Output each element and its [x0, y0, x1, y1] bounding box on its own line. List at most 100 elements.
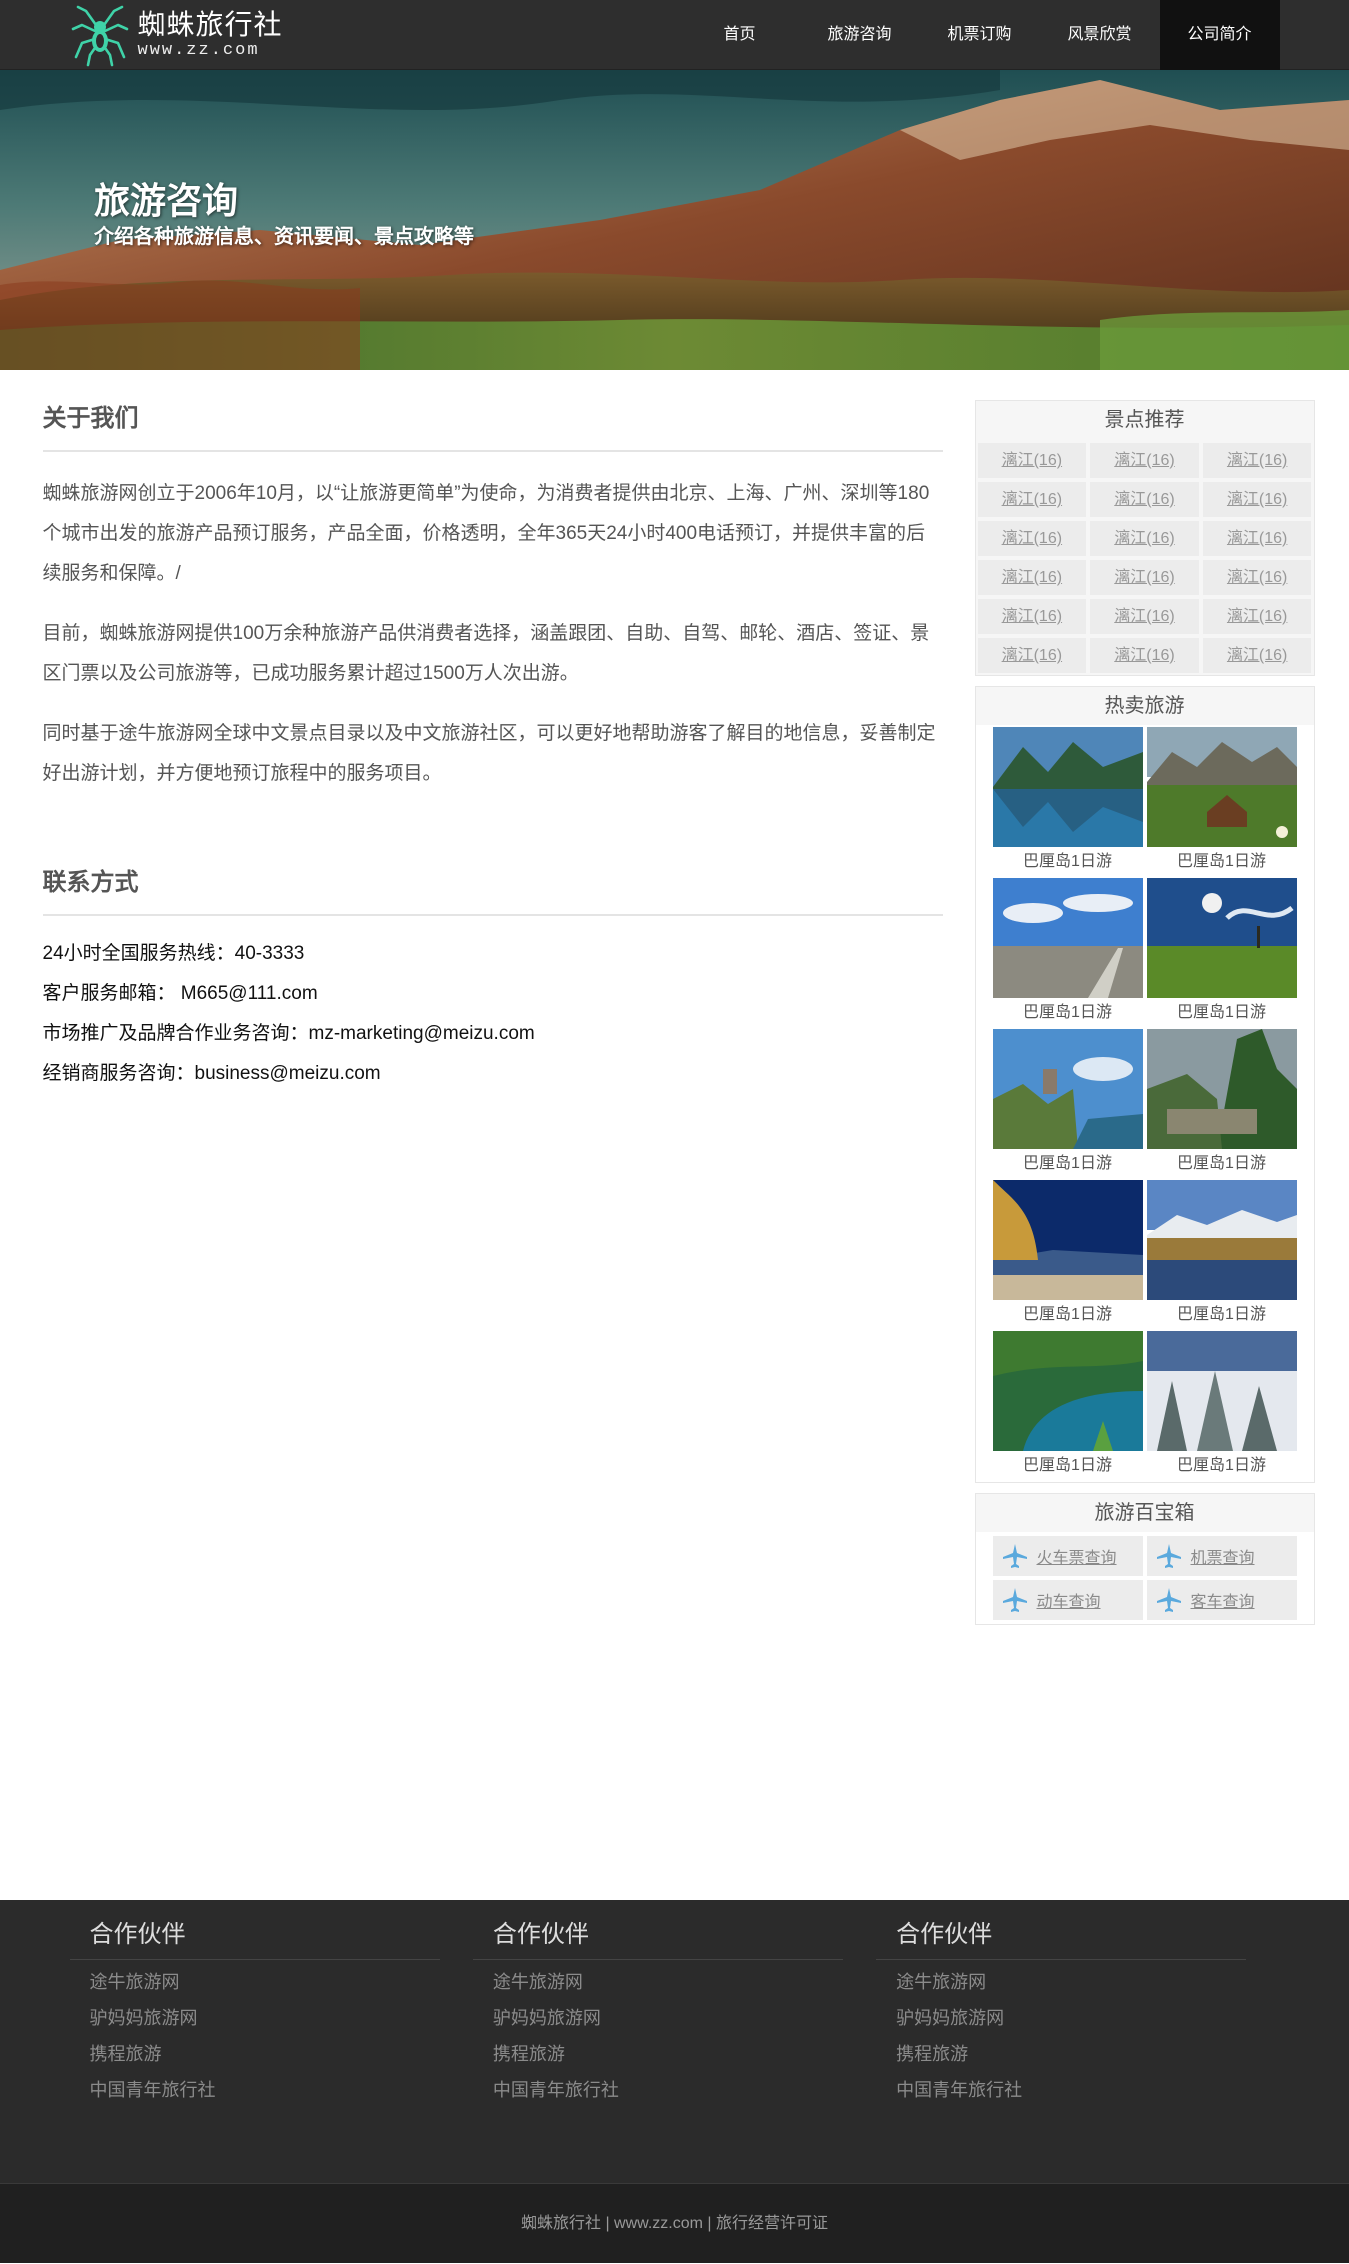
bus-query-link[interactable]: 客车查询: [1146, 1580, 1297, 1620]
tool-label: 火车票查询: [1036, 1550, 1117, 1567]
hot-travel-caption: 巴厘岛1日游: [1023, 1306, 1112, 1323]
about-paragraph: 目前，蜘蛛旅游网提供100万余种旅游产品供消费者选择，涵盖跟团、自助、自驾、邮轮…: [42, 623, 930, 684]
nav-scenery[interactable]: 风景欣赏: [1040, 0, 1160, 70]
partner-title: 合作伙伴: [876, 1920, 1247, 1960]
scenic-recommend-title: 景点推荐: [975, 401, 1314, 439]
scenic-tag[interactable]: 漓江(16): [1202, 521, 1312, 556]
plane-icon: [1002, 1544, 1027, 1568]
hot-travel-caption: 巴厘岛1日游: [1023, 1004, 1112, 1021]
hot-travel-item[interactable]: 巴厘岛1日游: [992, 1331, 1143, 1482]
partner-link[interactable]: 中国青年旅行社: [896, 2072, 1279, 2108]
scenic-tag[interactable]: 漓江(16): [1090, 638, 1199, 673]
hot-travel-item[interactable]: 巴厘岛1日游: [992, 1180, 1143, 1331]
hot-travel-item[interactable]: 巴厘岛1日游: [1146, 878, 1297, 1029]
hot-travel-box: 热卖旅游 巴厘岛1日游 巴厘岛1日游 巴厘岛1日游 巴厘岛1日游 巴厘岛1日游 …: [974, 686, 1315, 1483]
partner-link[interactable]: 途牛旅游网: [896, 1964, 1279, 2000]
partner-link[interactable]: 驴妈妈旅游网: [896, 2000, 1279, 2036]
bullet-train-query-link[interactable]: 动车查询: [992, 1580, 1143, 1620]
plane-icon: [1156, 1588, 1181, 1612]
plane-icon: [1002, 1588, 1027, 1612]
partner-link[interactable]: 驴妈妈旅游网: [493, 2000, 876, 2036]
scenic-tag[interactable]: 漓江(16): [1202, 560, 1312, 595]
hot-travel-item[interactable]: 巴厘岛1日游: [1146, 1331, 1297, 1482]
scenic-tag[interactable]: 漓江(16): [1090, 560, 1199, 595]
nav-home[interactable]: 首页: [680, 0, 800, 70]
partner-link[interactable]: 中国青年旅行社: [493, 2072, 876, 2108]
spider-logo-icon: [71, 5, 128, 67]
partner-link[interactable]: 中国青年旅行社: [90, 2072, 473, 2108]
hot-travel-item[interactable]: 巴厘岛1日游: [1146, 1180, 1297, 1331]
cliff-castle-thumbnail: [992, 1029, 1143, 1149]
hot-travel-item[interactable]: 巴厘岛1日游: [992, 878, 1143, 1029]
banner-subtitle: 介绍各种旅游信息、资讯要闻、景点攻略等: [94, 226, 474, 248]
hot-travel-caption: 巴厘岛1日游: [1177, 1004, 1266, 1021]
scenic-tag[interactable]: 漓江(16): [977, 443, 1087, 478]
partner-title: 合作伙伴: [69, 1920, 440, 1960]
partner-link[interactable]: 携程旅游: [493, 2036, 876, 2072]
mountain-ruins-thumbnail: [1146, 1029, 1297, 1149]
scenic-tag[interactable]: 漓江(16): [1202, 443, 1312, 478]
flight-ticket-query-link[interactable]: 机票查询: [1146, 1536, 1297, 1576]
scenic-tag[interactable]: 漓江(16): [1090, 521, 1199, 556]
hot-travel-item[interactable]: 巴厘岛1日游: [992, 1029, 1143, 1180]
partner-column: 合作伙伴 途牛旅游网 驴妈妈旅游网 携程旅游 中国青年旅行社: [472, 1920, 876, 2108]
hot-travel-item[interactable]: 巴厘岛1日游: [992, 727, 1143, 878]
hot-travel-caption: 巴厘岛1日游: [1023, 1155, 1112, 1172]
tool-label: 动车查询: [1036, 1594, 1101, 1611]
hero-banner: 旅游咨询 介绍各种旅游信息、资讯要闻、景点攻略等: [0, 70, 1349, 370]
partner-link[interactable]: 携程旅游: [90, 2036, 473, 2072]
nav-flight-booking[interactable]: 机票订购: [920, 0, 1040, 70]
scenic-tag[interactable]: 漓江(16): [1202, 638, 1312, 673]
partner-column: 合作伙伴 途牛旅游网 驴妈妈旅游网 携程旅游 中国青年旅行社: [876, 1920, 1279, 2108]
hot-travel-caption: 巴厘岛1日游: [1177, 1457, 1266, 1474]
snow-forest-thumbnail: [1146, 1331, 1297, 1451]
contact-marketing: 市场推广及品牌合作业务咨询：mz-marketing@meizu.com: [42, 1023, 535, 1044]
partner-link[interactable]: 携程旅游: [896, 2036, 1279, 2072]
hot-travel-title: 热卖旅游: [975, 687, 1314, 725]
banner-title: 旅游咨询: [94, 180, 239, 221]
partner-link[interactable]: 途牛旅游网: [90, 1964, 473, 2000]
travel-toolbox-title: 旅游百宝箱: [975, 1494, 1314, 1532]
partner-link[interactable]: 驴妈妈旅游网: [90, 2000, 473, 2036]
scenic-tag[interactable]: 漓江(16): [977, 521, 1087, 556]
travel-toolbox: 旅游百宝箱 火车票查询 机票查询 动车查询 客车查询: [974, 1493, 1315, 1625]
partner-link[interactable]: 途牛旅游网: [493, 1964, 876, 2000]
logo-name: 蜘蛛旅行社: [137, 8, 283, 41]
tool-label: 客车查询: [1190, 1594, 1255, 1611]
nav-travel-consult[interactable]: 旅游咨询: [800, 0, 920, 70]
main-nav: 首页 旅游咨询 机票订购 风景欣赏 公司简介: [680, 0, 1280, 70]
about-paragraph: 同时基于途牛旅游网全球中文景点目录以及中文旅游社区，可以更好地帮助游客了解目的地…: [42, 723, 936, 784]
scenic-tag[interactable]: 漓江(16): [977, 482, 1087, 517]
train-ticket-query-link[interactable]: 火车票查询: [992, 1536, 1143, 1576]
site-header: 蜘蛛旅行社 www.zz.com 首页 旅游咨询 机票订购 风景欣赏 公司简介: [0, 0, 1349, 70]
snow-lake-thumbnail: [1146, 1180, 1297, 1300]
partner-title: 合作伙伴: [472, 1920, 843, 1960]
hot-travel-item[interactable]: 巴厘岛1日游: [1146, 727, 1297, 878]
scenic-tag[interactable]: 漓江(16): [977, 638, 1087, 673]
plane-icon: [1156, 1544, 1181, 1568]
scenic-tag[interactable]: 漓江(16): [977, 560, 1087, 595]
lake-mountain-thumbnail: [992, 727, 1143, 847]
moon-field-thumbnail: [1146, 878, 1297, 998]
scenic-tag[interactable]: 漓江(16): [977, 599, 1087, 634]
tool-label: 机票查询: [1190, 1550, 1255, 1567]
contact-title: 联系方式: [42, 864, 943, 916]
hot-travel-item[interactable]: 巴厘岛1日游: [1146, 1029, 1297, 1180]
meadow-hut-thumbnail: [1146, 727, 1297, 847]
scenic-tag[interactable]: 漓江(16): [1090, 599, 1199, 634]
about-title: 关于我们: [42, 400, 943, 452]
sidebar: 景点推荐 漓江(16) 漓江(16) 漓江(16) 漓江(16) 漓江(16) …: [974, 400, 1315, 1635]
nav-company-intro[interactable]: 公司简介: [1159, 0, 1280, 70]
hot-travel-caption: 巴厘岛1日游: [1177, 1155, 1266, 1172]
scenic-tag[interactable]: 漓江(16): [1202, 482, 1312, 517]
scenic-tag[interactable]: 漓江(16): [1090, 443, 1199, 478]
scenic-recommend-box: 景点推荐 漓江(16) 漓江(16) 漓江(16) 漓江(16) 漓江(16) …: [974, 400, 1315, 676]
site-logo[interactable]: 蜘蛛旅行社 www.zz.com: [70, 0, 283, 70]
contact-dealer: 经销商服务咨询：business@meizu.com: [42, 1063, 381, 1084]
scenic-tag[interactable]: 漓江(16): [1090, 482, 1199, 517]
hot-travel-caption: 巴厘岛1日游: [1023, 1457, 1112, 1474]
site-footer: 合作伙伴 途牛旅游网 驴妈妈旅游网 携程旅游 中国青年旅行社 合作伙伴 途牛旅游…: [0, 1900, 1349, 2183]
about-paragraph: 蜘蛛旅游网创立于2006年10月，以“让旅游更简单”为使命，为消费者提供由北京、…: [42, 483, 930, 584]
hot-travel-caption: 巴厘岛1日游: [1177, 1306, 1266, 1323]
scenic-tag[interactable]: 漓江(16): [1202, 599, 1312, 634]
